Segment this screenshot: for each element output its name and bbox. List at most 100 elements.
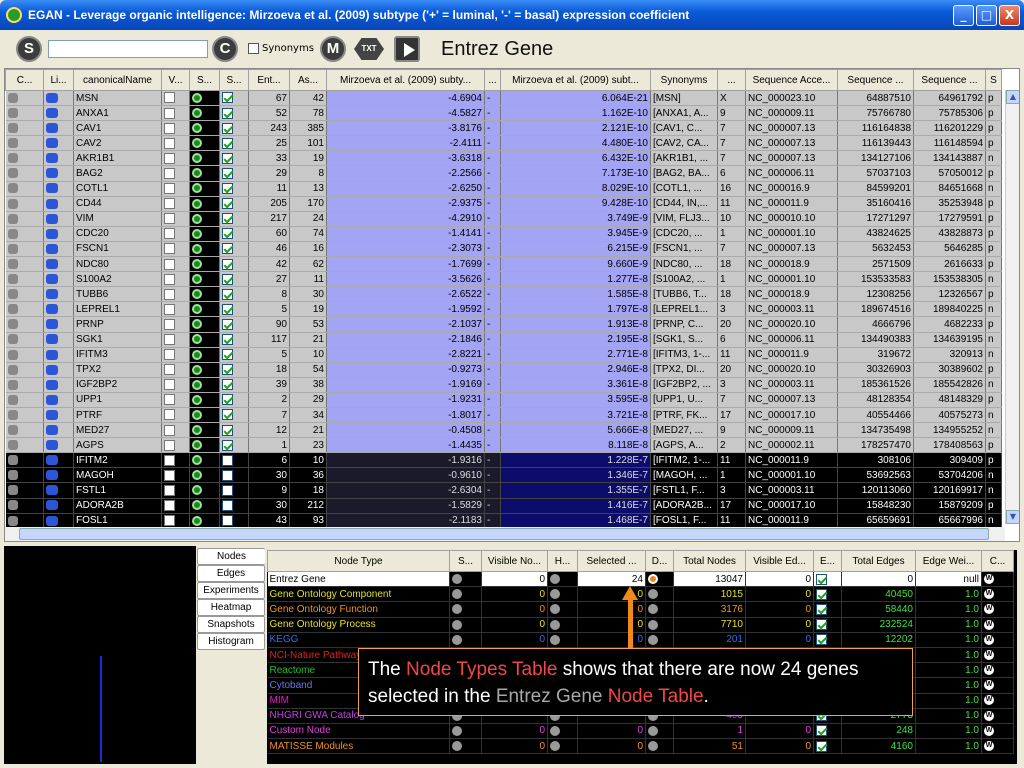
color-cell[interactable]	[5, 422, 44, 439]
visible-checkbox[interactable]	[164, 228, 175, 240]
selected-checkbox[interactable]	[222, 333, 233, 345]
color-swatch-icon[interactable]	[7, 213, 18, 224]
visible-cell[interactable]	[161, 165, 190, 182]
show-cell[interactable]	[449, 586, 482, 603]
link-cell[interactable]	[43, 482, 74, 499]
visible-checkbox[interactable]	[164, 198, 175, 210]
select-cell[interactable]	[219, 347, 249, 363]
visible-checkbox[interactable]	[164, 500, 175, 511]
column-header[interactable]: Edge Wei...	[915, 550, 982, 572]
visible-cell[interactable]	[161, 196, 190, 212]
column-header[interactable]: V...	[161, 69, 190, 91]
color-swatch-icon[interactable]	[7, 92, 18, 103]
color-cell[interactable]	[5, 150, 44, 167]
link-cell[interactable]	[43, 513, 74, 529]
column-header[interactable]: Mirzoeva et al. (2009) subt...	[500, 69, 651, 91]
color-cell[interactable]: W	[981, 601, 1014, 618]
play-button[interactable]	[394, 36, 420, 62]
color-picker-icon[interactable]: W	[984, 695, 994, 706]
show-toggle-icon[interactable]	[452, 573, 462, 584]
edges-cell[interactable]	[813, 617, 842, 633]
link-cell[interactable]	[43, 181, 74, 197]
color-swatch-icon[interactable]	[7, 153, 18, 164]
column-header[interactable]: Ent...	[248, 69, 290, 91]
hide-toggle-icon[interactable]	[550, 589, 560, 600]
visible-cell[interactable]	[161, 332, 190, 348]
table-row[interactable]: TUBB6 8 30 -2.6522-1.585E-8 [TUBB6, T... 18 NC…	[5, 286, 1002, 303]
select-cell[interactable]	[219, 135, 249, 152]
edges-checkbox[interactable]	[816, 725, 827, 737]
show-toggle-icon[interactable]	[452, 741, 462, 752]
scroll-down-icon[interactable]: ▼	[1006, 510, 1019, 524]
color-cell[interactable]: W	[981, 677, 1014, 694]
color-swatch-icon[interactable]	[7, 440, 18, 451]
select-cell[interactable]	[219, 196, 249, 212]
visible-checkbox[interactable]	[164, 318, 175, 330]
color-cell[interactable]: W	[981, 571, 1014, 588]
visible-checkbox[interactable]	[164, 107, 175, 119]
visible-checkbox[interactable]	[164, 183, 175, 195]
table-row[interactable]: PTRF 7 34 -1.8017-3.721E-8 [PTRF, FK... 17 NC_…	[5, 407, 1002, 424]
show-cell[interactable]	[449, 632, 482, 648]
table-row[interactable]: MAGOH 30 36 -0.9610-1.346E-7 [MAGOH, ... 1 NC_…	[5, 467, 1002, 484]
edges-cell[interactable]	[813, 586, 842, 603]
link-cell[interactable]	[43, 467, 74, 484]
table-row[interactable]: CD44 205 170 -2.9375-9.428E-10 [CD44, IN,...…	[5, 196, 1002, 212]
visible-cell[interactable]	[161, 226, 190, 242]
link-icon[interactable]	[46, 515, 58, 526]
visible-checkbox[interactable]	[164, 469, 175, 481]
detail-cell[interactable]	[645, 601, 674, 618]
link-cell[interactable]	[43, 377, 74, 393]
txt-button[interactable]: TXT	[354, 38, 384, 60]
hide-cell[interactable]	[547, 601, 578, 618]
node-type-row[interactable]: Entrez Gene 0 24 13047 0 0 null W	[267, 571, 1014, 588]
tab-nodes[interactable]: Nodes	[197, 548, 265, 565]
table-row[interactable]: CDC20 60 74 -1.4141-3.945E-9 [CDC20, ... 1 NC_…	[5, 226, 1002, 242]
select-cell[interactable]	[219, 241, 249, 258]
selected-checkbox[interactable]	[222, 92, 233, 104]
edges-cell[interactable]	[813, 738, 842, 755]
detail-cell[interactable]	[645, 617, 674, 633]
detail-toggle-icon[interactable]	[648, 573, 658, 584]
visible-cell[interactable]	[161, 120, 190, 137]
detail-cell[interactable]	[645, 632, 674, 648]
visible-cell[interactable]	[161, 135, 190, 152]
hide-cell[interactable]	[547, 586, 578, 603]
link-cell[interactable]	[43, 271, 74, 288]
link-icon[interactable]	[46, 334, 58, 345]
selected-checkbox[interactable]	[222, 167, 233, 179]
color-cell[interactable]: W	[981, 632, 1014, 648]
color-cell[interactable]	[5, 271, 44, 288]
link-cell[interactable]	[43, 90, 74, 107]
select-cell[interactable]	[219, 377, 249, 393]
detail-toggle-icon[interactable]	[648, 619, 658, 630]
select-cell[interactable]	[219, 90, 249, 107]
tab-heatmap[interactable]: Heatmap	[197, 599, 265, 616]
link-cell[interactable]	[43, 286, 74, 303]
color-swatch-icon[interactable]	[7, 243, 18, 254]
node-type-row[interactable]: Gene Ontology Process 0 0 7710 0 232524 1.0 W	[267, 617, 1014, 633]
color-swatch-icon[interactable]	[7, 289, 18, 300]
color-cell[interactable]: W	[981, 723, 1014, 740]
select-cell[interactable]	[219, 211, 249, 227]
detail-toggle-icon[interactable]	[648, 589, 658, 600]
link-cell[interactable]	[43, 165, 74, 182]
color-swatch-icon[interactable]	[7, 319, 18, 330]
hide-toggle-icon[interactable]	[550, 573, 560, 584]
color-swatch-icon[interactable]	[7, 274, 18, 285]
color-picker-icon[interactable]: W	[984, 604, 994, 615]
node-type-row[interactable]: Gene Ontology Component 0 0 1015 0 40450 1.0 W	[267, 586, 1014, 603]
show-toggle-icon[interactable]	[452, 634, 462, 645]
hide-cell[interactable]	[547, 571, 578, 588]
visible-checkbox[interactable]	[164, 288, 175, 300]
color-cell[interactable]	[5, 392, 44, 408]
visible-checkbox[interactable]	[164, 409, 175, 421]
select-cell[interactable]	[219, 513, 249, 529]
link-cell[interactable]	[43, 105, 74, 122]
color-swatch-icon[interactable]	[7, 364, 18, 375]
visible-cell[interactable]	[161, 271, 190, 288]
edges-cell[interactable]	[813, 571, 842, 588]
link-icon[interactable]	[46, 198, 58, 209]
hide-toggle-icon[interactable]	[550, 725, 560, 736]
column-header[interactable]: Total Edges	[841, 550, 916, 572]
